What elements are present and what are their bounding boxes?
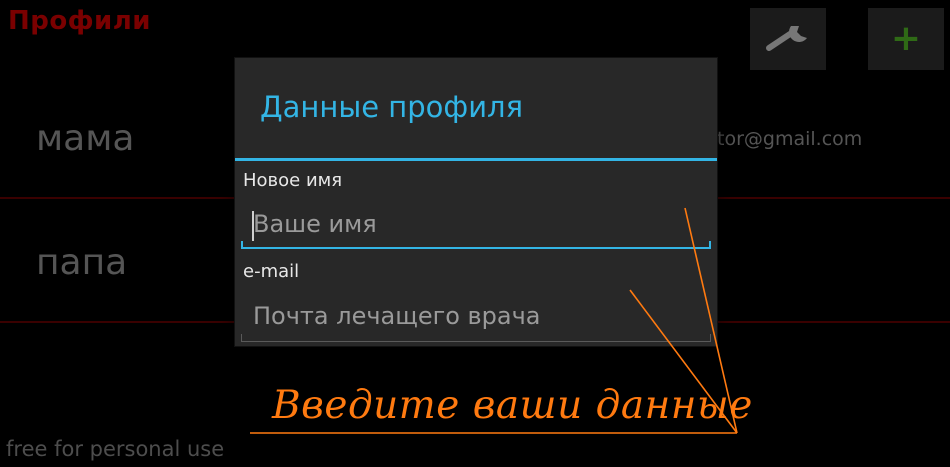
app-screen: Профили + мама tor@gmail.com папа free f…	[0, 0, 950, 467]
annotation-label: Введите ваши данные	[272, 383, 753, 428]
